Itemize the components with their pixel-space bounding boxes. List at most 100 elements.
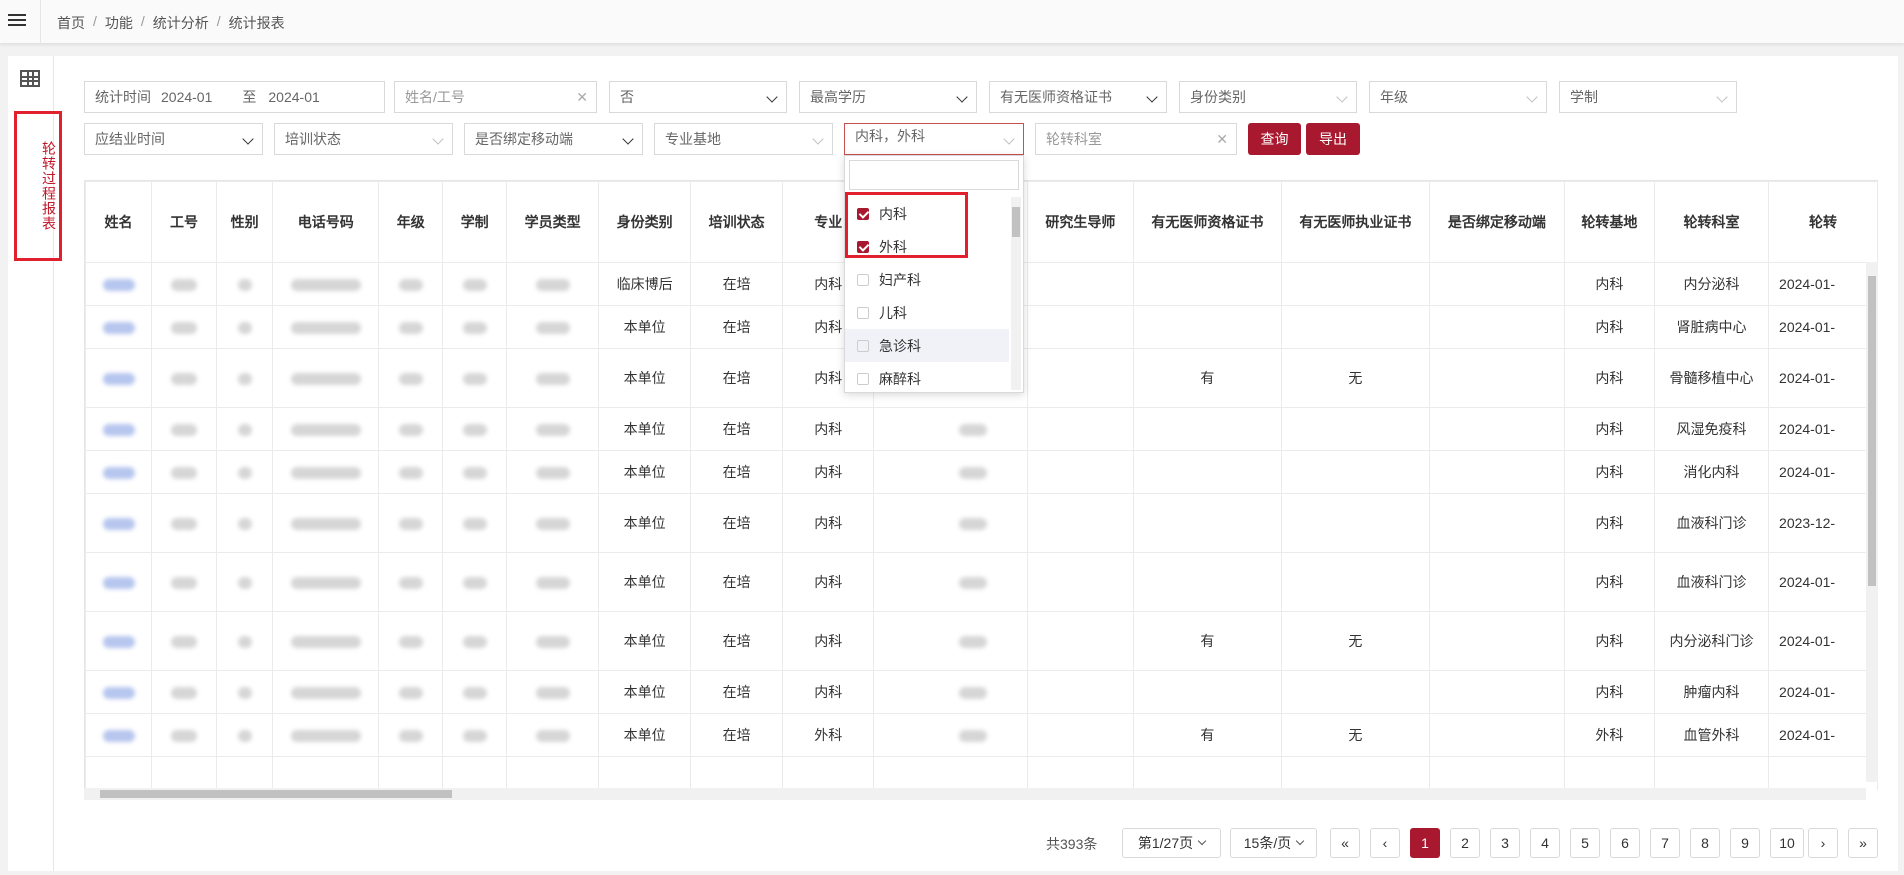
scroll-thumb[interactable] bbox=[1012, 207, 1020, 237]
grad-time-select[interactable]: 应结业时间 bbox=[84, 123, 263, 155]
last-page-button[interactable]: » bbox=[1848, 828, 1878, 858]
base-cell: 内科 bbox=[1563, 262, 1655, 306]
grade-select[interactable]: 年级 bbox=[1369, 81, 1547, 113]
page-select[interactable]: 第1/27页 bbox=[1122, 828, 1221, 858]
cert-cell bbox=[1132, 493, 1282, 553]
status-cell: 在培 bbox=[690, 713, 784, 757]
select-no[interactable]: 否 bbox=[609, 81, 787, 113]
table-row[interactable]: 本单位 在培 内科 内科 肿瘤内科 2024-01- bbox=[85, 670, 1878, 714]
export-button[interactable]: 导出 bbox=[1306, 123, 1360, 155]
breadcrumb-item[interactable]: 功能 bbox=[105, 13, 133, 33]
table-row[interactable]: 本单位 在培 内科 内科 血液科门诊 2023-12- bbox=[85, 493, 1878, 553]
license-cell bbox=[1280, 305, 1430, 349]
first-page-button[interactable]: « bbox=[1330, 828, 1360, 858]
mobile-bound-cell bbox=[1428, 348, 1565, 408]
scroll-thumb[interactable] bbox=[1868, 276, 1876, 586]
page-number-button[interactable]: 3 bbox=[1490, 828, 1520, 858]
dropdown-scrollbar[interactable] bbox=[1011, 197, 1021, 390]
date-cell: 2024-01- bbox=[1768, 262, 1878, 306]
schooling-select[interactable]: 学制 bbox=[1559, 81, 1737, 113]
prev-page-button[interactable]: ‹ bbox=[1370, 828, 1400, 858]
status-cell: 在培 bbox=[690, 670, 784, 714]
checkbox-icon[interactable] bbox=[857, 372, 869, 385]
bind-mobile-select[interactable]: 是否绑定移动端 bbox=[464, 123, 643, 155]
menu-icon[interactable] bbox=[8, 11, 26, 29]
major-base-select[interactable]: 专业基地 bbox=[654, 123, 833, 155]
redacted-cell[interactable] bbox=[85, 450, 153, 494]
page-number-button[interactable]: 1 bbox=[1410, 828, 1440, 858]
clear-icon[interactable]: ✕ bbox=[576, 89, 588, 106]
identity-select[interactable]: 身份类别 bbox=[1179, 81, 1357, 113]
page-size-select[interactable]: 15条/页 bbox=[1230, 828, 1317, 858]
page-number-button[interactable]: 6 bbox=[1610, 828, 1640, 858]
name-search-input[interactable]: 姓名/工号 ✕ bbox=[394, 81, 597, 113]
page-number-button[interactable]: 2 bbox=[1450, 828, 1480, 858]
table-row[interactable]: 本单位 在培 内科 内科 血液科门诊 2024-01- bbox=[85, 552, 1878, 612]
redacted-cell bbox=[442, 348, 508, 408]
redacted-cell[interactable] bbox=[85, 611, 153, 671]
horizontal-scrollbar[interactable] bbox=[84, 788, 1866, 800]
mobile-bound-cell bbox=[1428, 670, 1565, 714]
chevron-down-icon bbox=[242, 133, 254, 145]
empty-cell bbox=[1563, 756, 1655, 790]
next-page-button[interactable]: › bbox=[1808, 828, 1838, 858]
identity-cell: 本单位 bbox=[598, 611, 692, 671]
education-select[interactable]: 最高学历 bbox=[799, 81, 977, 113]
has-cert-select[interactable]: 有无医师资格证书 bbox=[989, 81, 1167, 113]
select-value: 内科，外科 bbox=[855, 128, 925, 144]
training-status-select[interactable]: 培训状态 bbox=[274, 123, 453, 155]
option-label: 儿科 bbox=[879, 304, 907, 321]
table-icon[interactable] bbox=[20, 70, 40, 87]
redacted-cell[interactable] bbox=[85, 552, 153, 612]
redacted-cell bbox=[506, 713, 600, 757]
redacted-cell[interactable] bbox=[85, 262, 153, 306]
redacted-cell[interactable] bbox=[85, 407, 153, 451]
empty-cell bbox=[1768, 756, 1878, 790]
table-row[interactable]: 本单位 在培 内科 内科 消化内科 2024-01- bbox=[85, 450, 1878, 494]
status-cell: 在培 bbox=[690, 305, 784, 349]
dropdown-option[interactable]: 急诊科 bbox=[845, 329, 1009, 362]
redacted-cell[interactable] bbox=[85, 670, 153, 714]
redacted-cell bbox=[216, 552, 274, 612]
query-button[interactable]: 查询 bbox=[1248, 123, 1301, 155]
breadcrumb-item[interactable]: 首页 bbox=[57, 13, 85, 33]
redacted-cell[interactable] bbox=[85, 305, 153, 349]
chevron-down-icon bbox=[1197, 836, 1207, 846]
table-row[interactable]: 本单位 在培 内科 内科 风湿免疫科 2024-01- bbox=[85, 407, 1878, 451]
page-number-button[interactable]: 4 bbox=[1530, 828, 1560, 858]
report-nav-item[interactable]: 轮转过程报表 bbox=[14, 111, 62, 261]
major-cell: 外科 bbox=[782, 713, 875, 757]
dropdown-option[interactable]: 麻醉科 bbox=[845, 362, 1009, 395]
redacted-cell[interactable] bbox=[85, 348, 153, 408]
scroll-thumb[interactable] bbox=[100, 790, 452, 798]
stat-time-range[interactable]: 统计时间 2024-01 至 2024-01 bbox=[84, 81, 385, 113]
chevron-down-icon bbox=[812, 133, 824, 145]
table-row[interactable]: 本单位 在培 内科有无内科 内分泌科门诊 2024-01- bbox=[85, 611, 1878, 671]
page-number-button[interactable]: 8 bbox=[1690, 828, 1720, 858]
redacted-cell bbox=[272, 305, 380, 349]
page-number-button[interactable]: 7 bbox=[1650, 828, 1680, 858]
redacted-cell[interactable] bbox=[85, 493, 153, 553]
column-header: 有无医师资格证书 bbox=[1132, 181, 1282, 263]
column-header: 轮转基地 bbox=[1563, 181, 1655, 263]
checkbox-icon[interactable] bbox=[857, 339, 869, 352]
redacted-cell[interactable] bbox=[85, 713, 153, 757]
vertical-scrollbar[interactable] bbox=[1866, 262, 1878, 782]
rotation-dept-input[interactable]: 轮转科室 ✕ bbox=[1035, 123, 1237, 155]
cert-cell: 有 bbox=[1132, 348, 1282, 408]
specialty-multiselect[interactable]: 内科，外科 bbox=[844, 123, 1024, 155]
status-cell: 在培 bbox=[690, 450, 784, 494]
page-number-button[interactable]: 10 bbox=[1770, 828, 1804, 858]
page-number-button[interactable]: 5 bbox=[1570, 828, 1600, 858]
clear-icon[interactable]: ✕ bbox=[1216, 131, 1228, 148]
table-row[interactable]: 本单位 在培 外科有无外科 血管外科 2024-01- bbox=[85, 713, 1878, 757]
page-number-button[interactable]: 9 bbox=[1730, 828, 1760, 858]
checkbox-icon[interactable] bbox=[857, 273, 869, 286]
checkbox-icon[interactable] bbox=[857, 306, 869, 319]
stat-end-value[interactable]: 2024-01 bbox=[268, 89, 319, 105]
dropdown-search-input[interactable] bbox=[849, 160, 1019, 190]
breadcrumb-item[interactable]: 统计分析 bbox=[153, 13, 209, 33]
stat-start-value[interactable]: 2024-01 bbox=[161, 89, 212, 105]
dropdown-option[interactable]: 妇产科 bbox=[845, 263, 1009, 296]
dropdown-option[interactable]: 儿科 bbox=[845, 296, 1009, 329]
